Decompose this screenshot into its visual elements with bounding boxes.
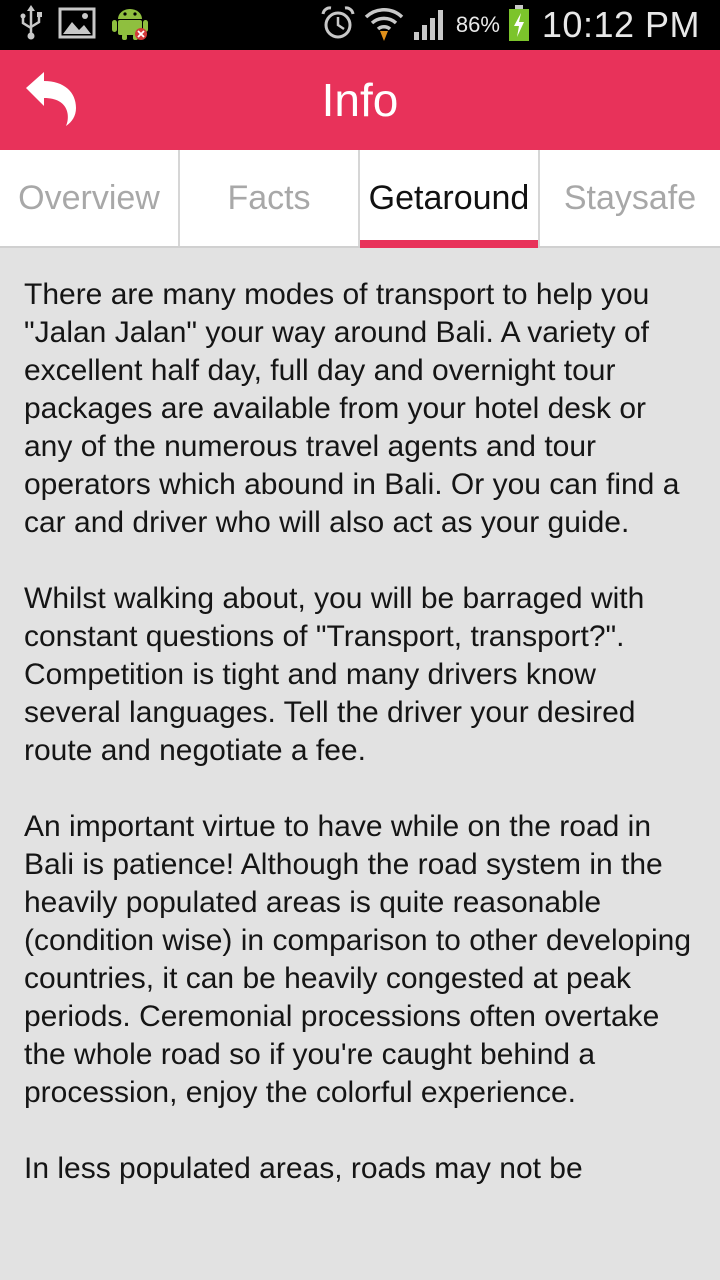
tab-label: Overview [18,178,160,217]
status-left-icons [18,0,150,50]
tab-facts[interactable]: Facts [180,150,360,246]
page-title: Info [321,74,399,126]
content-paragraph: An important virtue to have while on the… [24,810,692,1109]
content-paragraph: Whilst walking about, you will be barrag… [24,582,645,767]
android-debug-icon [110,5,150,46]
signal-icon [412,6,448,45]
image-icon [58,6,96,45]
tab-label: Getaround [368,178,530,217]
back-arrow-icon [20,68,80,133]
tab-staysafe[interactable]: Staysafe [540,150,720,246]
active-tab-indicator [360,240,538,248]
content-paragraph: In less populated areas, roads may not b… [24,1152,583,1185]
wifi-icon [364,5,404,46]
alarm-icon [320,5,356,46]
status-bar: 86% 10:12 PM [0,0,720,50]
status-clock: 10:12 PM [541,4,700,45]
tab-getaround[interactable]: Getaround [360,150,540,248]
tab-bar: Overview Facts Getaround Staysafe [0,150,720,248]
tab-overview[interactable]: Overview [0,150,180,246]
tab-label: Staysafe [563,178,697,217]
battery-charging-icon [508,4,530,46]
app-bar: Info [0,50,720,150]
tab-label: Facts [227,178,311,217]
content-paragraph: There are many modes of transport to hel… [24,278,680,539]
content-scroll-area[interactable]: There are many modes of transport to hel… [0,250,720,1280]
status-right-icons: 86% 10:12 PM [320,0,700,50]
battery-percent: 86% [455,12,500,37]
back-button[interactable] [14,66,86,134]
usb-icon [18,4,44,46]
